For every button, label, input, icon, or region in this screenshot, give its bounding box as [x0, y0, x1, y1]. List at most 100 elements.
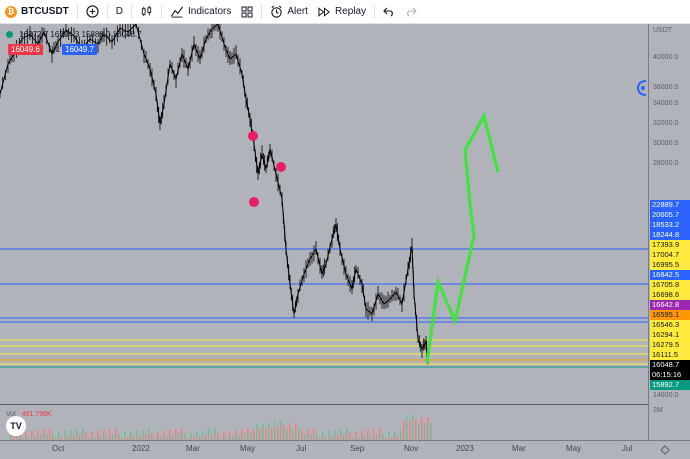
redo-button[interactable]: [400, 0, 422, 24]
location-pin-icon[interactable]: [637, 80, 647, 96]
volume-bar: [280, 420, 282, 441]
compare-symbol-button[interactable]: [81, 0, 104, 24]
price-tick-label: 14600.0: [653, 392, 679, 399]
tradingview-logo[interactable]: TV: [6, 416, 26, 436]
buy-price-badge[interactable]: 16049.7: [62, 44, 97, 55]
price-level-tag: 15892.7: [650, 380, 690, 390]
time-tick-label: Mar: [512, 444, 526, 453]
price-level-tag: 18244.8: [650, 230, 690, 240]
price-level-tag: 20605.7: [650, 210, 690, 220]
ohlc-values: 16272.7 16304.3 15888.0 16048.7: [19, 30, 142, 39]
price-level-tag: 16048.7: [650, 360, 690, 370]
price-series: [0, 24, 429, 365]
replay-icon: [318, 6, 330, 17]
price-level-tag: 16595.1: [650, 310, 690, 320]
time-tick-label: Nov: [404, 444, 419, 453]
redo-icon: [407, 7, 417, 16]
time-tick-label: May: [240, 444, 256, 453]
volume-bar: [418, 424, 420, 441]
volume-bar: [268, 422, 270, 441]
price-tick-label: 40000.0: [653, 54, 679, 61]
undo-button[interactable]: [378, 0, 400, 24]
ohlc-legend: 16272.7 16304.3 15888.0 16048.7: [6, 30, 142, 39]
price-level-tag: 16279.5: [650, 340, 690, 350]
indicators-label: Indicators: [188, 6, 232, 17]
projection-arrowhead: [463, 111, 500, 173]
candles-icon: [141, 5, 152, 17]
layouts-button[interactable]: [236, 0, 258, 24]
volume-bar: [256, 424, 258, 441]
indicators-icon: [170, 6, 184, 18]
marker-dot: [276, 162, 286, 172]
price-level-tag: 16111.5: [650, 350, 690, 360]
volume-bar: [415, 419, 417, 441]
volume-bar: [274, 421, 276, 441]
interval-button[interactable]: D: [111, 0, 128, 24]
marker-dot: [249, 197, 259, 207]
volume-bar: [271, 427, 273, 441]
plus-circle-icon: [86, 5, 99, 18]
alert-button[interactable]: Alert: [265, 0, 313, 24]
price-tick-label: 32000.0: [653, 120, 679, 127]
time-tick-label: May: [566, 444, 582, 453]
price-chart[interactable]: [0, 24, 648, 404]
price-level-tag: 16705.8: [650, 280, 690, 290]
replay-button[interactable]: Replay: [313, 0, 371, 24]
bitcoin-icon: ₿: [5, 5, 17, 18]
volume-bar: [289, 424, 291, 441]
chart-pane[interactable]: 16272.7 16304.3 15888.0 16048.7 16049.6 …: [0, 24, 648, 404]
volume-bar: [424, 423, 426, 441]
price-level-tag: 16995.5: [650, 260, 690, 270]
time-axis[interactable]: Oct 2022 Mar May Jul Sep Nov 2023 Mar May Jul: [0, 440, 690, 459]
sell-price-badge[interactable]: 16049.6: [8, 44, 43, 55]
time-tick-label: Jul: [622, 444, 633, 453]
alert-label: Alert: [287, 6, 308, 17]
time-tick-label: Sep: [350, 444, 365, 453]
volume-bar: [412, 414, 414, 441]
interval-label: D: [115, 6, 124, 17]
toolbar-divider: [261, 4, 263, 19]
top-toolbar: ₿ BTCUSDT D Indicators Alert Replay: [0, 0, 690, 24]
toolbar-divider: [106, 4, 108, 19]
indicators-button[interactable]: Indicators: [165, 0, 236, 24]
price-level-tag: 16294.1: [650, 330, 690, 340]
currency-label: USDT: [653, 27, 673, 34]
symbol-search-button[interactable]: ₿ BTCUSDT: [0, 0, 74, 24]
price-level-tag: 06:15:16: [650, 370, 690, 380]
alarm-clock-icon: [271, 5, 283, 18]
price-level-tag: 18533.2: [650, 220, 690, 230]
price-tick-label: 36000.0: [653, 84, 679, 91]
symbol-label: BTCUSDT: [21, 6, 69, 17]
time-tick-label: 2022: [132, 444, 150, 453]
volume-bar: [430, 422, 432, 441]
volume-bar: [295, 423, 297, 441]
price-level-tag: 16842.5: [650, 270, 690, 280]
settings-gear-icon[interactable]: [660, 445, 670, 455]
price-level-tag: 17004.7: [650, 250, 690, 260]
volume-bar: [427, 417, 429, 441]
volume-bars: [10, 414, 432, 441]
price-level-tag: 16698.6: [650, 290, 690, 300]
toolbar-divider: [76, 4, 78, 19]
toolbar-divider: [374, 4, 376, 19]
undo-icon: [383, 7, 393, 16]
price-level-tag: 22889.7: [650, 200, 690, 210]
price-axis[interactable]: USDT 40000.0 36000.0 34000.0 32000.0 30000.0…: [648, 24, 690, 440]
volume-bar: [403, 421, 405, 441]
marker-dot: [248, 131, 258, 141]
volume-bar: [262, 423, 264, 441]
volume-axis-label: 2M: [653, 407, 663, 414]
grid-icon: [241, 6, 253, 17]
volume-pane[interactable]: Vol 461.796K: [0, 404, 648, 441]
volume-bar: [277, 426, 279, 441]
volume-bar: [283, 425, 285, 441]
volume-bar: [409, 420, 411, 441]
price-level-tag: 16642.8: [650, 300, 690, 310]
volume-bar: [421, 418, 423, 441]
time-tick-label: Oct: [52, 444, 65, 453]
chart-type-button[interactable]: [135, 0, 158, 24]
volume-bar: [406, 415, 408, 441]
price-level-tag: 17393.9: [650, 240, 690, 250]
time-tick-label: Mar: [186, 444, 200, 453]
time-tick-label: 2023: [456, 444, 474, 453]
